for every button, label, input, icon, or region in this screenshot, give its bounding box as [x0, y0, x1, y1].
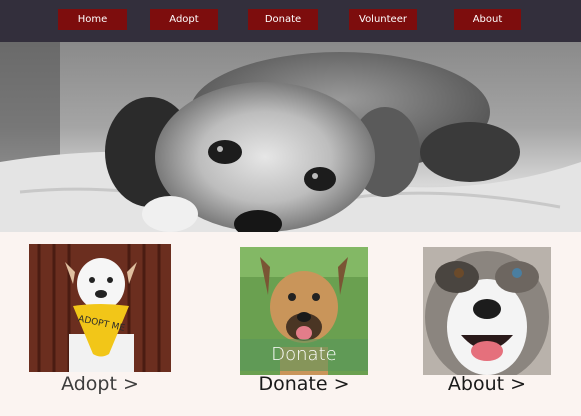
- nav-volunteer-button[interactable]: Volunteer: [349, 9, 417, 30]
- top-navigation: Home Adopt Donate Volunteer About: [0, 0, 581, 42]
- donate-link[interactable]: Donate >: [240, 373, 368, 401]
- about-link[interactable]: About >: [423, 373, 551, 401]
- nav-home-button[interactable]: Home: [58, 9, 127, 30]
- nav-adopt-button[interactable]: Adopt: [150, 9, 218, 30]
- adopt-link[interactable]: Adopt >: [29, 373, 171, 401]
- adopt-dog-image[interactable]: ADOPT ME: [29, 244, 171, 372]
- nav-donate-button[interactable]: Donate: [248, 9, 318, 30]
- donate-overlay-label: Donate: [240, 339, 368, 371]
- hero-puppy-image: [0, 42, 581, 232]
- donate-dog-image[interactable]: Donate: [240, 247, 368, 375]
- nav-about-button[interactable]: About: [454, 9, 521, 30]
- about-dog-image[interactable]: [423, 247, 551, 375]
